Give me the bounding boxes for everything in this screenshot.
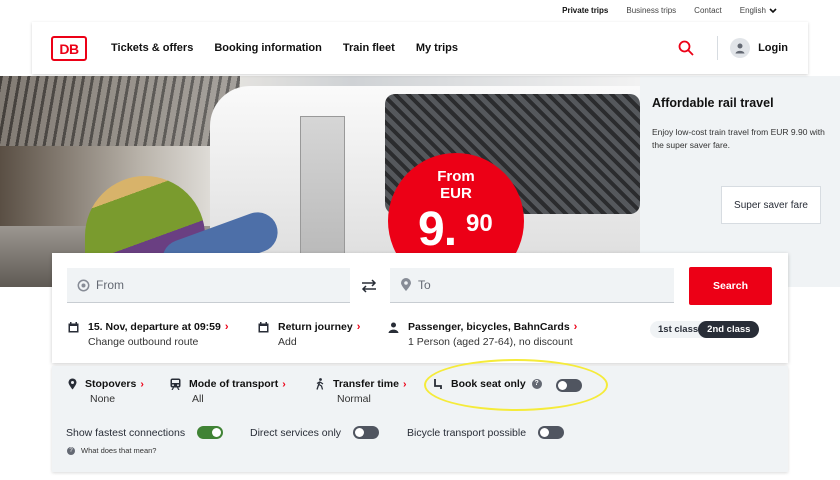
bicycle-transport-label: Bicycle transport possible xyxy=(407,426,527,439)
return-subtitle: Add xyxy=(278,336,297,348)
direct-services-label: Direct services only xyxy=(250,426,342,439)
header-actions: Login xyxy=(677,22,788,74)
from-placeholder: From xyxy=(96,278,124,292)
stopovers-title: Stopovers xyxy=(85,378,137,390)
origin-marker-icon xyxy=(77,279,90,291)
passenger-subtitle: 1 Person (aged 27-64), no discount xyxy=(408,336,573,348)
fastest-connections-row: Show fastest connections xyxy=(66,426,224,439)
what-does-that-mean-label: What does that mean? xyxy=(81,446,157,455)
chevron-right-icon: › xyxy=(224,321,229,333)
question-icon: ? xyxy=(67,446,75,455)
promo-title: Affordable rail travel xyxy=(652,96,774,110)
chevron-right-icon: › xyxy=(356,321,361,333)
class-toggle: 1st class 2nd class xyxy=(650,321,760,338)
bicycle-transport-row: Bicycle transport possible xyxy=(407,426,565,439)
price-badge-cents: 90 xyxy=(466,210,493,237)
chevron-down-icon xyxy=(769,8,777,14)
meta-link-business-trips[interactable]: Business trips xyxy=(617,0,685,22)
chevron-right-icon: › xyxy=(282,378,286,390)
transfer-value: Normal xyxy=(337,393,371,405)
main-nav: Tickets & offers Booking information Tra… xyxy=(111,22,479,74)
mode-title: Mode of transport xyxy=(189,378,279,390)
fastest-connections-label: Show fastest connections xyxy=(66,426,186,439)
search-button[interactable]: Search xyxy=(689,267,772,305)
nav-booking-information[interactable]: Booking information xyxy=(214,42,322,54)
chevron-right-icon: › xyxy=(573,321,578,333)
bicycle-transport-toggle[interactable] xyxy=(538,426,565,439)
calendar-icon xyxy=(68,321,79,332)
calendar-icon xyxy=(258,321,269,332)
nav-train-fleet[interactable]: Train fleet xyxy=(343,42,395,54)
extended-options-panel: Stopovers › None Mode of transport › All… xyxy=(52,366,788,472)
walking-person-icon xyxy=(316,378,324,390)
fastest-connections-toggle[interactable] xyxy=(197,426,224,439)
meta-link-private-trips[interactable]: Private trips xyxy=(553,0,618,22)
stopovers-value: None xyxy=(90,393,116,405)
train-icon xyxy=(170,378,181,390)
language-selector[interactable]: English xyxy=(731,0,786,22)
price-badge-currency: EUR xyxy=(440,185,472,202)
swap-icon[interactable] xyxy=(360,279,378,293)
return-option[interactable]: Return journey › Add xyxy=(258,321,360,348)
highlight-ellipse xyxy=(424,359,608,411)
transfer-time-option[interactable]: Transfer time › Normal xyxy=(315,378,406,405)
login-link[interactable]: Login xyxy=(758,42,788,54)
date-title: 15. Nov, departure at 09:59 xyxy=(88,321,221,333)
price-badge-from: From xyxy=(437,168,475,185)
destination-pin-icon xyxy=(401,278,411,291)
passenger-title: Passenger, bicycles, BahnCards xyxy=(408,321,570,333)
language-label: English xyxy=(739,6,766,15)
person-icon xyxy=(388,322,399,333)
mode-value: All xyxy=(192,393,204,405)
main-header: DB Tickets & offers Booking information … xyxy=(32,22,808,74)
nav-tickets-offers[interactable]: Tickets & offers xyxy=(111,42,193,54)
date-subtitle: Change outbound route xyxy=(88,336,199,348)
what-does-that-mean-link[interactable]: ? What does that mean? xyxy=(67,446,156,455)
price-badge-main: 9. xyxy=(418,203,457,256)
transfer-title: Transfer time xyxy=(333,378,399,390)
location-pin-icon xyxy=(68,378,77,390)
chevron-right-icon: › xyxy=(402,378,407,390)
meta-link-contact[interactable]: Contact xyxy=(685,0,731,22)
to-field[interactable]: To xyxy=(390,268,674,303)
train-door xyxy=(300,116,345,266)
date-option[interactable]: 15. Nov, departure at 09:59 › Change out… xyxy=(68,321,229,348)
passenger-option[interactable]: Passenger, bicycles, BahnCards › 1 Perso… xyxy=(388,321,577,348)
meta-bar: Private trips Business trips Contact Eng… xyxy=(32,0,808,22)
return-title: Return journey xyxy=(278,321,353,333)
search-panel: From To Search 15. Nov, departure at 09:… xyxy=(52,253,788,363)
db-logo[interactable]: DB xyxy=(51,36,87,61)
direct-services-row: Direct services only xyxy=(250,426,380,439)
station-roof xyxy=(0,76,240,146)
promo-text: Enjoy low-cost train travel from EUR 9.9… xyxy=(652,127,825,150)
super-saver-button[interactable]: Super saver fare xyxy=(721,186,821,224)
mode-of-transport-option[interactable]: Mode of transport › All xyxy=(170,378,286,405)
from-field[interactable]: From xyxy=(67,268,350,303)
user-icon[interactable] xyxy=(730,38,751,58)
to-placeholder: To xyxy=(418,278,431,292)
header-divider xyxy=(717,36,719,60)
search-icon[interactable] xyxy=(677,39,695,57)
chevron-right-icon: › xyxy=(140,378,144,390)
stopovers-option[interactable]: Stopovers › None xyxy=(68,378,144,405)
meta-links: Private trips Business trips Contact Eng… xyxy=(553,0,786,22)
nav-my-trips[interactable]: My trips xyxy=(416,42,458,54)
direct-services-toggle[interactable] xyxy=(353,426,380,439)
second-class-option[interactable]: 2nd class xyxy=(698,321,760,338)
